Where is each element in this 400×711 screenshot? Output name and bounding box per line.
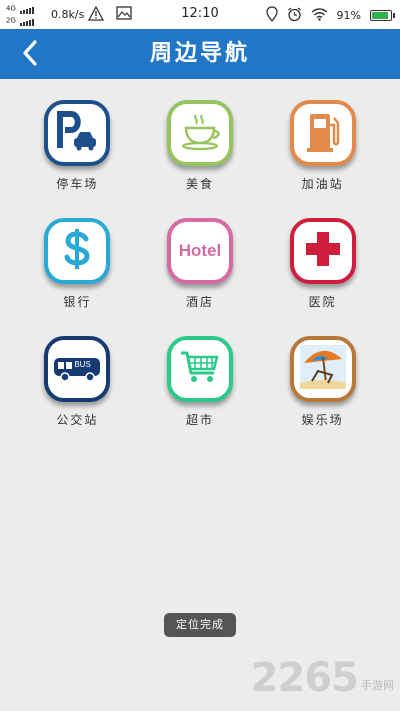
battery-percent: 91%	[336, 9, 361, 22]
category-label: 停车场	[56, 177, 99, 191]
medical-cross-icon	[303, 229, 343, 273]
category-label: 酒店	[185, 295, 214, 309]
category-parking[interactable]: 停车场	[16, 100, 139, 207]
watermark-text: 手游网	[361, 679, 394, 692]
location-icon	[265, 6, 278, 25]
alarm-icon	[287, 6, 302, 25]
food-tile	[166, 100, 233, 166]
category-label: 银行	[63, 295, 92, 309]
page-title: 周边导航	[149, 41, 250, 66]
category-hotel[interactable]: Hotel 酒店	[139, 218, 262, 325]
category-label: 医院	[308, 295, 337, 309]
coffee-cup-icon	[177, 111, 223, 155]
category-entertainment[interactable]: 娱乐场	[261, 336, 384, 443]
hotel-icon: Hotel	[178, 241, 222, 260]
hotel-tile: Hotel	[166, 218, 233, 284]
bus-icon: BUS	[53, 356, 101, 382]
shopping-cart-icon	[179, 349, 221, 389]
category-label: 超市	[185, 413, 214, 427]
status-bar: 4G 2G 0.8k/s 12:10 91%	[0, 0, 400, 29]
category-bus-stop[interactable]: BUS 公交站	[16, 336, 139, 443]
gas-station-tile	[289, 100, 356, 166]
category-label: 娱乐场	[301, 413, 344, 427]
bus-stop-tile: BUS	[44, 336, 111, 402]
category-supermarket[interactable]: 超市	[139, 336, 262, 443]
back-button[interactable]	[12, 37, 48, 73]
category-gas-station[interactable]: 加油站	[261, 100, 384, 207]
bank-tile	[44, 218, 111, 284]
category-label: 公交站	[56, 413, 99, 427]
chevron-left-icon	[22, 40, 38, 70]
header-bar: 周边导航	[0, 29, 400, 79]
gas-station-icon	[303, 109, 343, 157]
parking-tile	[44, 100, 111, 166]
battery-icon	[370, 10, 395, 21]
category-grid: 停车场 美食 加油站 银行 Hotel 酒店 医院 BUS 公交站 超市 娱乐场	[16, 100, 384, 443]
category-label: 加油站	[301, 177, 344, 191]
entertainment-tile	[289, 336, 356, 402]
parking-icon	[54, 108, 100, 158]
hospital-tile	[289, 218, 356, 284]
toast-message: 定位完成	[164, 613, 236, 637]
watermark: 2265 手游网	[251, 655, 394, 701]
beach-umbrella-icon	[299, 345, 346, 393]
dollar-icon	[57, 227, 97, 275]
bus-label: BUS	[74, 360, 91, 369]
category-food[interactable]: 美食	[139, 100, 262, 207]
category-bank[interactable]: 银行	[16, 218, 139, 325]
wifi-icon	[311, 7, 328, 24]
category-label: 美食	[185, 177, 214, 191]
supermarket-tile	[166, 336, 233, 402]
watermark-number: 2265	[250, 655, 359, 701]
category-hospital[interactable]: 医院	[261, 218, 384, 325]
